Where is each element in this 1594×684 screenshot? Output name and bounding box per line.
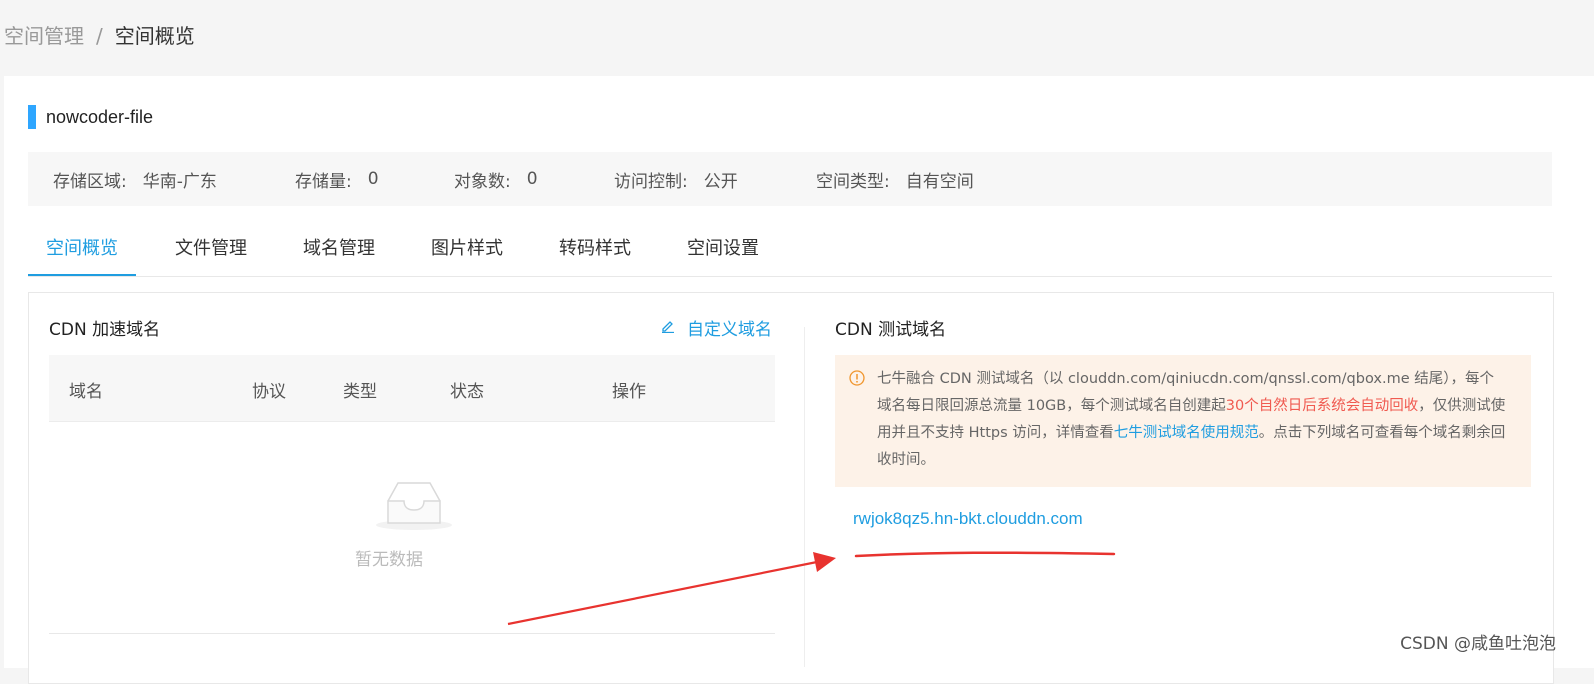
info-storage: 存储量: 0 <box>295 167 379 192</box>
info-value: 自有空间 <box>906 167 974 192</box>
panel-divider <box>804 327 805 667</box>
info-label: 存储区域: <box>53 167 127 192</box>
empty-inbox-icon <box>374 479 454 531</box>
test-domain-link[interactable]: rwjok8qz5.hn-bkt.clouddn.com <box>853 509 1083 529</box>
column-type: 类型 <box>343 377 377 402</box>
info-label: 空间类型: <box>816 167 890 192</box>
info-objects: 对象数: 0 <box>454 167 538 192</box>
breadcrumb: 空间管理 / 空间概览 <box>4 22 195 50</box>
tab-bucket-settings[interactable]: 空间设置 <box>687 226 759 274</box>
column-actions: 操作 <box>612 377 646 402</box>
notice-usage-rules-link[interactable]: 七牛测试域名使用规范 <box>1114 425 1259 441</box>
tab-bar: 空间概览 文件管理 域名管理 图片样式 转码样式 空间设置 <box>28 226 1552 277</box>
title-accent-bar <box>28 105 36 129</box>
tab-transcode-styles[interactable]: 转码样式 <box>559 226 631 274</box>
info-value: 0 <box>527 169 538 189</box>
info-value: 华南-广东 <box>143 167 217 192</box>
info-label: 对象数: <box>454 167 511 192</box>
custom-domain-label: 自定义域名 <box>687 315 772 340</box>
info-label: 访问控制: <box>614 167 688 192</box>
bucket-card: nowcoder-file 存储区域: 华南-广东 存储量: 0 对象数: 0 … <box>4 76 1594 668</box>
column-status: 状态 <box>450 377 484 402</box>
tab-files[interactable]: 文件管理 <box>175 226 247 274</box>
bucket-info-strip: 存储区域: 华南-广东 存储量: 0 对象数: 0 访问控制: 公开 空间类型:… <box>28 152 1552 206</box>
table-bottom-border <box>49 633 775 634</box>
column-protocol: 协议 <box>252 377 286 402</box>
domain-panel: CDN 加速域名 自定义域名 域名 协议 类型 状态 操作 暂无数 <box>28 292 1554 684</box>
warning-icon <box>849 369 865 396</box>
edit-icon <box>661 318 675 338</box>
breadcrumb-current: 空间概览 <box>115 24 195 48</box>
custom-domain-link[interactable]: 自定义域名 <box>661 315 772 340</box>
tab-image-styles[interactable]: 图片样式 <box>431 226 503 274</box>
info-region: 存储区域: 华南-广东 <box>53 167 217 192</box>
info-label: 存储量: <box>295 167 352 192</box>
watermark: CSDN @咸鱼吐泡泡 <box>1400 629 1556 654</box>
info-type: 空间类型: 自有空间 <box>816 167 974 192</box>
tab-overview[interactable]: 空间概览 <box>28 226 136 276</box>
info-value: 0 <box>368 169 379 189</box>
bucket-title: nowcoder-file <box>28 104 153 130</box>
breadcrumb-parent[interactable]: 空间管理 <box>4 24 84 48</box>
notice-recycle-warning: 30个自然日后系统会自动回收 <box>1226 398 1418 414</box>
empty-text: 暂无数据 <box>355 545 423 570</box>
domain-table-header: 域名 协议 类型 状态 操作 <box>49 355 775 422</box>
cdn-test-title: CDN 测试域名 <box>835 315 946 340</box>
cdn-accel-title: CDN 加速域名 <box>49 315 160 340</box>
breadcrumb-separator: / <box>96 24 103 48</box>
column-domain: 域名 <box>69 377 103 402</box>
notice-text: 七牛融合 CDN 测试域名（以 clouddn.com/qiniucdn.com… <box>877 366 1507 474</box>
test-domain-notice: 七牛融合 CDN 测试域名（以 clouddn.com/qiniucdn.com… <box>835 355 1531 487</box>
bucket-name: nowcoder-file <box>46 107 153 128</box>
tab-domains[interactable]: 域名管理 <box>303 226 375 274</box>
info-access: 访问控制: 公开 <box>614 167 738 192</box>
info-value: 公开 <box>704 167 738 192</box>
